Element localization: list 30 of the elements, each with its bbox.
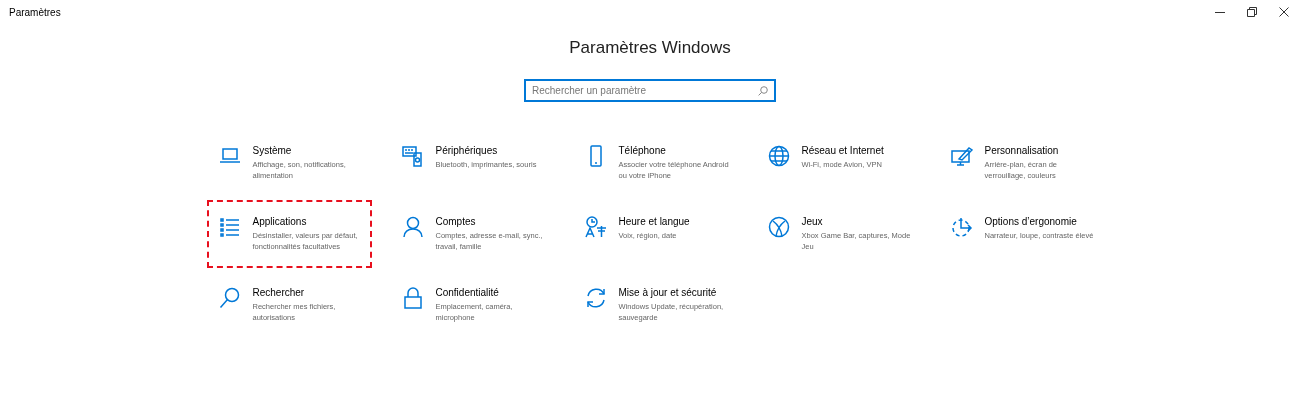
tile-title: Téléphone [618, 145, 667, 156]
monitor-brush-icon [950, 145, 973, 167]
person-icon [401, 216, 424, 238]
tile-title: Comptes [435, 216, 477, 227]
window-title: Paramètres [9, 6, 62, 18]
tile-title: Jeux [801, 216, 824, 227]
clock-letter-icon [584, 216, 607, 238]
tile-title: Rechercher [252, 287, 306, 298]
tile-title: Applications [252, 216, 308, 227]
dashed-circle-icon [950, 216, 973, 238]
close-icon [1279, 7, 1289, 17]
globe-icon [767, 145, 790, 167]
circular-arrows-icon [584, 287, 607, 309]
search-icon [758, 86, 768, 96]
keyboard-speaker-icon [401, 145, 424, 167]
restore-icon [1247, 7, 1257, 17]
xbox-icon [767, 216, 790, 238]
tile-title: Mise à jour et sécurité [618, 287, 718, 298]
list-icon [218, 216, 241, 238]
tile-title: Options d’ergonomie [984, 216, 1078, 227]
tile-title: Confidentialité [435, 287, 500, 298]
tile-title: Réseau et Internet [801, 145, 884, 156]
tile-title: Heure et langue [618, 216, 690, 227]
tile-title: Périphériques [435, 145, 499, 156]
padlock-icon [401, 287, 424, 309]
magnifier-icon [218, 287, 241, 309]
page-heading: Paramètres Windows [569, 38, 731, 58]
tile-title: Personnalisation [984, 145, 1060, 156]
tile-title: Système [252, 145, 293, 156]
search-field[interactable]: Rechercher un paramètre [524, 79, 776, 102]
